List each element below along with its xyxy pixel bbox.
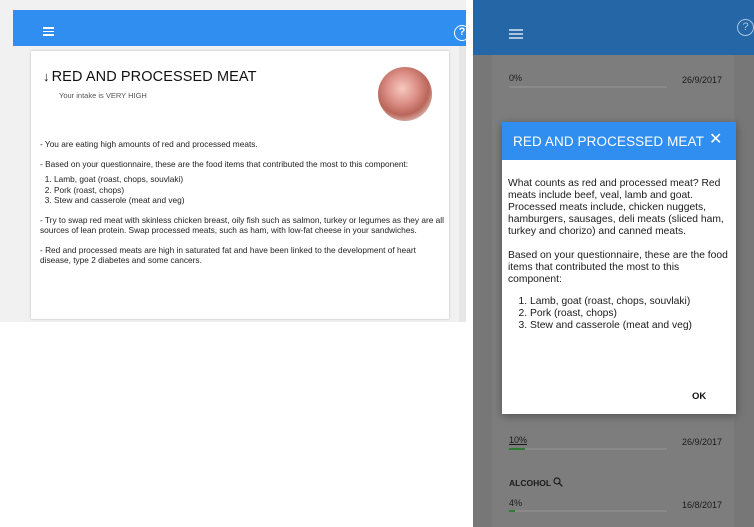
- list-item: Pork (roast, chops): [530, 308, 732, 320]
- progress-track: [509, 448, 667, 450]
- card-paragraph: - Red and processed meats are high in sa…: [40, 244, 416, 266]
- left-scroll-strip: [459, 46, 466, 322]
- left-app-bar: ?: [13, 10, 470, 46]
- arrow-down-icon[interactable]: ↓: [43, 69, 50, 84]
- row-date: 16/8/2017: [682, 500, 723, 510]
- card-title[interactable]: ↓ RED AND PROCESSED MEAT: [43, 69, 257, 85]
- progress-track: [509, 86, 667, 88]
- menu-icon[interactable]: [509, 29, 523, 39]
- alcohol-label-text: ALCOHOL: [509, 478, 551, 488]
- row-value[interactable]: 10%: [509, 435, 527, 445]
- progress-fill: [509, 448, 525, 450]
- progress-fill: [509, 510, 515, 512]
- dialog-paragraph: Based on your questionnaire, these are t…: [508, 250, 728, 285]
- alcohol-label[interactable]: ALCOHOL: [509, 477, 564, 488]
- list-item: Lamb, goat (roast, chops, souvlaki): [530, 296, 732, 308]
- ok-button[interactable]: OK: [692, 391, 706, 402]
- card-paragraph: - You are eating high amounts of red and…: [40, 139, 258, 149]
- row-value: 0%: [509, 73, 523, 83]
- card-paragraph: - Try to swap red meat with skinless chi…: [40, 214, 444, 236]
- list-item: Lamb, goat (roast, chops, souvlaki): [54, 174, 446, 185]
- dialog-header: RED AND PROCESSED MEAT ✕: [502, 122, 736, 160]
- list-item: Pork (roast, chops): [54, 185, 446, 196]
- row-date: 26/9/2017: [682, 437, 723, 447]
- food-items-list: Lamb, goat (roast, chops, souvlaki) Pork…: [40, 174, 446, 206]
- list-item: Stew and casserole (meat and veg): [530, 320, 732, 332]
- search-zoom-icon[interactable]: [553, 477, 564, 487]
- left-screen: ? ↓ RED AND PROCESSED MEAT Your intake is…: [0, 0, 470, 527]
- card-title-text: RED AND PROCESSED MEAT: [51, 69, 257, 85]
- menu-icon[interactable]: [43, 27, 54, 36]
- row-value: 4%: [509, 498, 523, 508]
- help-icon[interactable]: ?: [737, 19, 754, 36]
- list-item: Stew and casserole (meat and veg): [54, 195, 446, 206]
- row-date: 26/9/2017: [682, 75, 723, 85]
- meat-image: [378, 67, 432, 121]
- close-icon[interactable]: ✕: [709, 132, 722, 148]
- card-paragraph: - Based on your questionnaire, these are…: [40, 158, 409, 169]
- help-icon[interactable]: ?: [454, 25, 470, 41]
- intake-subtitle: Your intake is VERY HIGH: [59, 91, 147, 100]
- dialog-title: RED AND PROCESSED MEAT: [513, 134, 704, 149]
- card-body: - You are eating high amounts of red and…: [40, 139, 446, 275]
- dialog-food-list: Lamb, goat (roast, chops, souvlaki) Pork…: [508, 296, 732, 332]
- right-app-bar: ?: [473, 0, 754, 55]
- progress-track: [509, 510, 667, 512]
- dialog-body: What counts as red and processed meat? R…: [508, 178, 732, 332]
- dialog-paragraph: What counts as red and processed meat? R…: [508, 178, 724, 237]
- info-dialog: RED AND PROCESSED MEAT ✕ What counts as …: [502, 122, 736, 414]
